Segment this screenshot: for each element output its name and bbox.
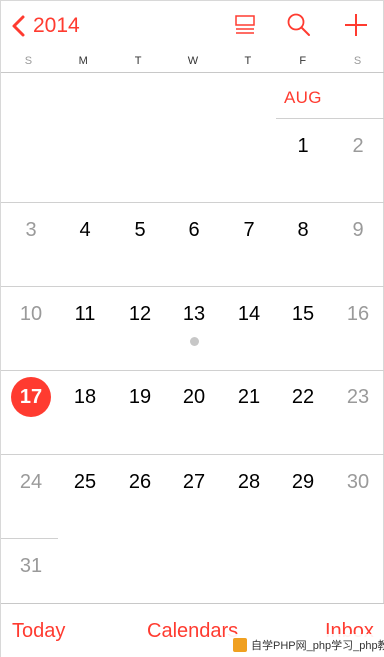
month-label: AUG (284, 88, 322, 107)
day-cell[interactable]: 7 (229, 210, 269, 250)
day-cell[interactable]: 21 (229, 377, 269, 417)
day-cell[interactable]: 14 (229, 294, 269, 334)
weekday-sat: S (353, 55, 362, 67)
day-cell[interactable]: 16 (338, 294, 378, 334)
event-indicator-dot (189, 337, 199, 346)
top-bar: 2014 (1, 1, 384, 51)
day-cell[interactable]: 31 (11, 546, 51, 586)
day-cell[interactable]: 28 (229, 462, 269, 502)
week-divider (1, 454, 384, 455)
month-divider (276, 118, 384, 119)
day-cell[interactable]: 25 (65, 462, 105, 502)
day-cell[interactable]: 29 (283, 462, 323, 502)
back-label: 2014 (33, 14, 80, 37)
day-cell[interactable]: 1 (283, 126, 323, 166)
day-cell[interactable]: 23 (338, 377, 378, 417)
day-cell[interactable]: 30 (338, 462, 378, 502)
day-cell[interactable]: 19 (120, 377, 160, 417)
day-cell[interactable]: 6 (174, 210, 214, 250)
add-icon[interactable] (342, 11, 370, 39)
week-divider (1, 202, 384, 203)
day-cell[interactable]: 26 (120, 462, 160, 502)
day-cell[interactable]: 9 (338, 210, 378, 250)
week-divider (1, 538, 58, 539)
day-cell[interactable]: 27 (174, 462, 214, 502)
day-cell[interactable]: 2 (338, 126, 378, 166)
weekday-tue: T (134, 55, 142, 67)
day-cell[interactable]: 24 (11, 462, 51, 502)
week-divider (1, 370, 384, 371)
calendar-app: 2014 S M T W T F S AUG 1 2 3 4 5 6 7 8 9… (0, 0, 384, 657)
day-cell[interactable]: 8 (283, 210, 323, 250)
week-divider (1, 286, 384, 287)
day-cell[interactable]: 12 (120, 294, 160, 334)
day-cell[interactable]: 18 (65, 377, 105, 417)
day-cell[interactable]: 22 (283, 377, 323, 417)
day-cell[interactable]: 11 (65, 294, 105, 334)
weekday-sun: S (24, 55, 33, 67)
weekday-header: S M T W T F S (1, 51, 384, 73)
chevron-left-icon (12, 15, 25, 37)
day-cell[interactable]: 3 (11, 210, 51, 250)
today-button[interactable]: Today (12, 620, 65, 643)
watermark-logo-icon (233, 638, 247, 652)
watermark: 自学PHP网_php学习_php教程 (229, 634, 384, 656)
back-to-year-button[interactable]: 2014 (11, 11, 80, 41)
weekday-mon: M (78, 55, 88, 67)
watermark-text: 自学PHP网_php学习_php教程 (251, 640, 384, 652)
calendars-button[interactable]: Calendars (147, 620, 238, 643)
day-cell[interactable]: 15 (283, 294, 323, 334)
day-cell[interactable]: 5 (120, 210, 160, 250)
day-cell[interactable]: 10 (11, 294, 51, 334)
weekday-fri: F (299, 55, 307, 67)
day-cell[interactable]: 20 (174, 377, 214, 417)
day-cell[interactable]: 4 (65, 210, 105, 250)
weekday-wed: W (187, 55, 199, 67)
list-view-icon[interactable] (231, 11, 259, 39)
today-day-cell[interactable]: 17 (11, 377, 51, 417)
weekday-thu: T (244, 55, 252, 67)
day-cell[interactable]: 13 (174, 294, 214, 334)
search-icon[interactable] (285, 11, 313, 39)
